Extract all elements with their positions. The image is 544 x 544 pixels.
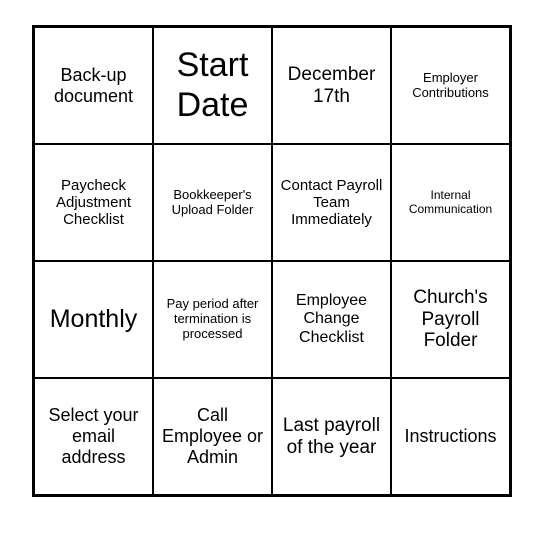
- bingo-cell[interactable]: Monthly: [34, 261, 153, 378]
- bingo-cell[interactable]: Church's Payroll Folder: [391, 261, 510, 378]
- bingo-grid: Back-up document Start Date December 17t…: [32, 25, 512, 497]
- bingo-cell[interactable]: Last payroll of the year: [272, 378, 391, 495]
- bingo-cell[interactable]: Call Employee or Admin: [153, 378, 272, 495]
- bingo-cell[interactable]: Start Date: [153, 27, 272, 144]
- bingo-cell[interactable]: Pay period after termination is processe…: [153, 261, 272, 378]
- bingo-cell[interactable]: Back-up document: [34, 27, 153, 144]
- bingo-cell[interactable]: Employer Contributions: [391, 27, 510, 144]
- bingo-cell[interactable]: Internal Communication: [391, 144, 510, 261]
- bingo-cell[interactable]: Employee Change Checklist: [272, 261, 391, 378]
- bingo-cell[interactable]: Contact Payroll Team Immediately: [272, 144, 391, 261]
- bingo-cell[interactable]: Paycheck Adjustment Checklist: [34, 144, 153, 261]
- bingo-cell[interactable]: Bookkeeper's Upload Folder: [153, 144, 272, 261]
- bingo-cell[interactable]: December 17th: [272, 27, 391, 144]
- bingo-card: Back-up document Start Date December 17t…: [0, 0, 544, 544]
- bingo-cell[interactable]: Select your email address: [34, 378, 153, 495]
- bingo-cell[interactable]: Instructions: [391, 378, 510, 495]
